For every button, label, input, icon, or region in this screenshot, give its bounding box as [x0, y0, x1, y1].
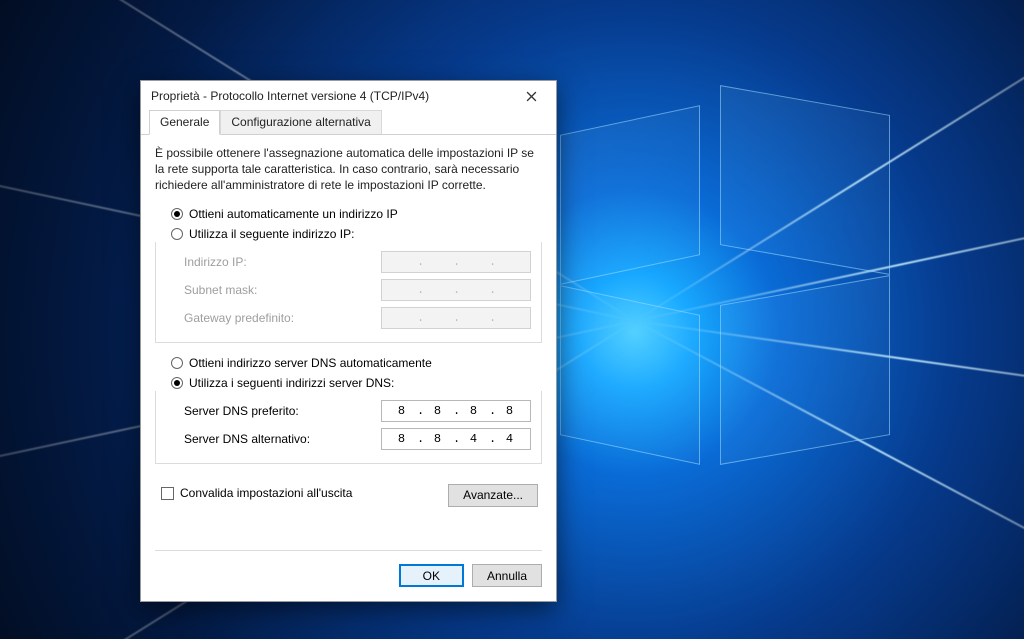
separator: [155, 550, 542, 551]
radio-icon: [171, 208, 183, 220]
close-icon: [526, 91, 537, 102]
close-button[interactable]: [512, 84, 550, 108]
gateway-input: ...: [381, 307, 531, 329]
ip-address-label: Indirizzo IP:: [184, 255, 381, 269]
dns-preferred-label: Server DNS preferito:: [184, 404, 381, 418]
dns-preferred-input[interactable]: 8. 8. 8. 8: [381, 400, 531, 422]
checkbox-icon: [161, 487, 174, 500]
radio-label: Utilizza i seguenti indirizzi server DNS…: [189, 376, 394, 390]
dns-alternate-label: Server DNS alternativo:: [184, 432, 381, 446]
row-subnet-mask: Subnet mask: ...: [166, 276, 531, 304]
ip-radio-group: Ottieni automaticamente un indirizzo IP …: [155, 204, 542, 244]
advanced-button[interactable]: Avanzate...: [448, 484, 538, 507]
ip-address-input: ...: [381, 251, 531, 273]
validate-checkbox-row[interactable]: Convalida impostazioni all'uscita: [155, 482, 352, 504]
dns-fields-group: Server DNS preferito: 8. 8. 8. 8 Server …: [155, 391, 542, 464]
description-text: È possibile ottenere l'assegnazione auto…: [155, 145, 542, 194]
radio-icon: [171, 377, 183, 389]
desktop-wallpaper: Proprietà - Protocollo Internet versione…: [0, 0, 1024, 639]
radio-label: Ottieni automaticamente un indirizzo IP: [189, 207, 398, 221]
gateway-label: Gateway predefinito:: [184, 311, 381, 325]
row-dns-preferred: Server DNS preferito: 8. 8. 8. 8: [166, 397, 531, 425]
subnet-mask-input: ...: [381, 279, 531, 301]
tcpip-properties-dialog: Proprietà - Protocollo Internet versione…: [140, 80, 557, 602]
tab-general[interactable]: Generale: [149, 110, 220, 135]
logo-pane: [560, 285, 700, 465]
row-ip-address: Indirizzo IP: ...: [166, 248, 531, 276]
radio-dns-manual[interactable]: Utilizza i seguenti indirizzi server DNS…: [165, 373, 532, 393]
subnet-mask-label: Subnet mask:: [184, 283, 381, 297]
titlebar[interactable]: Proprietà - Protocollo Internet versione…: [141, 81, 556, 111]
radio-icon: [171, 228, 183, 240]
radio-dns-auto[interactable]: Ottieni indirizzo server DNS automaticam…: [165, 353, 532, 373]
radio-ip-manual[interactable]: Utilizza il seguente indirizzo IP:: [165, 224, 532, 244]
bottom-row: Convalida impostazioni all'uscita Avanza…: [155, 474, 542, 507]
logo-pane: [720, 85, 890, 275]
radio-label: Utilizza il seguente indirizzo IP:: [189, 227, 354, 241]
radio-label: Ottieni indirizzo server DNS automaticam…: [189, 356, 432, 370]
validate-label: Convalida impostazioni all'uscita: [180, 486, 352, 500]
logo-pane: [560, 105, 700, 285]
dns-radio-group: Ottieni indirizzo server DNS automaticam…: [155, 353, 542, 393]
dialog-body: È possibile ottenere l'assegnazione auto…: [141, 135, 556, 515]
radio-icon: [171, 357, 183, 369]
row-gateway: Gateway predefinito: ...: [166, 304, 531, 332]
row-dns-alternate: Server DNS alternativo: 8. 8. 4. 4: [166, 425, 531, 453]
ip-fields-group: Indirizzo IP: ... Subnet mask: ... Gatew…: [155, 242, 542, 343]
dns-alternate-input[interactable]: 8. 8. 4. 4: [381, 428, 531, 450]
ok-button[interactable]: OK: [399, 564, 464, 587]
radio-ip-auto[interactable]: Ottieni automaticamente un indirizzo IP: [165, 204, 532, 224]
cancel-button[interactable]: Annulla: [472, 564, 542, 587]
tab-bar: Generale Configurazione alternativa: [141, 111, 556, 135]
dialog-footer: OK Annulla: [141, 554, 556, 601]
dialog-title: Proprietà - Protocollo Internet versione…: [151, 89, 512, 103]
logo-pane: [720, 275, 890, 465]
tab-alternate-config[interactable]: Configurazione alternativa: [220, 110, 381, 135]
